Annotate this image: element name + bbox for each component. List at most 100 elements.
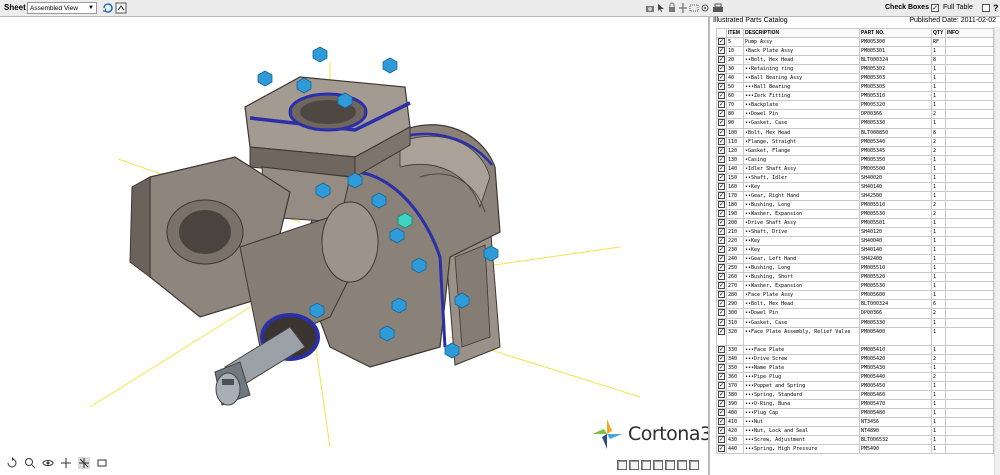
catalog-scrollbar[interactable]: [994, 27, 1000, 475]
table-row[interactable]: ✓ 130 •Casing PM005350 1: [716, 154, 994, 165]
table-row[interactable]: ✓ 160 ••Key SH40140 1: [716, 181, 994, 192]
row-checkbox[interactable]: ✓: [718, 228, 725, 236]
table-row[interactable]: ✓ 10 •Back Plate Assy PM005301 1: [716, 46, 994, 57]
column-header[interactable]: INFO: [945, 27, 994, 39]
3d-viewport[interactable]: Cortona3D: [0, 17, 726, 475]
table-row[interactable]: ✓ 70 ••Backplate PM005320 1: [716, 100, 994, 111]
table-row[interactable]: ✓ 190 ••Washer, Expansion PM005530 2: [716, 208, 994, 219]
zoom-box-icon[interactable]: [689, 2, 699, 14]
table-row[interactable]: ✓ 400 •••Plug Cap PM005480 1: [716, 407, 994, 418]
table-row[interactable]: ✓ 350 •••Name Plate PM005430 1: [716, 362, 994, 373]
column-header[interactable]: ITEM: [726, 27, 744, 39]
view-front-button[interactable]: [617, 460, 627, 470]
table-row[interactable]: ✓ 300 ••Dowel Pin DP00366 2: [716, 308, 994, 319]
row-checkbox[interactable]: ✓: [718, 92, 725, 100]
row-checkbox[interactable]: ✓: [718, 219, 725, 226]
row-checkbox[interactable]: ✓: [718, 192, 725, 199]
view-iso-button[interactable]: [689, 460, 699, 470]
column-header[interactable]: QTY: [931, 27, 946, 39]
row-checkbox[interactable]: ✓: [718, 364, 725, 371]
row-checkbox[interactable]: ✓: [718, 391, 725, 398]
table-row[interactable]: ✓ 380 •••Spring, Standard PM005460 1: [716, 389, 994, 400]
orbit-icon[interactable]: [42, 457, 54, 469]
row-checkbox[interactable]: ✓: [718, 101, 725, 109]
table-row[interactable]: ✓ 420 •••Nut, Lock and Seal NT4890 1: [716, 425, 994, 437]
view-back-button[interactable]: [629, 460, 639, 470]
refresh-icon[interactable]: [102, 2, 114, 14]
full-table-checkbox[interactable]: [982, 4, 990, 12]
table-row[interactable]: ✓ 80 ••Dowel Pin DP00366 2: [716, 109, 994, 120]
row-checkbox[interactable]: ✓: [718, 237, 725, 245]
printer-icon[interactable]: [712, 2, 724, 14]
row-checkbox[interactable]: ✓: [718, 273, 725, 281]
row-checkbox[interactable]: ✓: [718, 83, 725, 91]
row-checkbox[interactable]: ✓: [718, 409, 725, 416]
row-checkbox[interactable]: ✓: [718, 436, 725, 444]
table-row[interactable]: ✓ 240 ••Gear, Left Hand SH42400 1: [716, 254, 994, 265]
row-checkbox[interactable]: ✓: [718, 56, 725, 64]
row-checkbox[interactable]: ✓: [718, 319, 725, 326]
fit-icon[interactable]: [96, 457, 108, 469]
row-checkbox[interactable]: ✓: [718, 174, 725, 181]
row-checkbox[interactable]: ✓: [718, 373, 725, 380]
camera-icon[interactable]: [645, 2, 655, 14]
table-row[interactable]: ✓ 270 ••Washer, Expansion PM005530 1: [716, 281, 994, 292]
row-checkbox[interactable]: ✓: [718, 309, 725, 317]
row-checkbox[interactable]: ✓: [718, 119, 725, 127]
row-checkbox[interactable]: ✓: [718, 147, 725, 154]
rotate-icon[interactable]: [6, 457, 18, 469]
row-checkbox[interactable]: ✓: [718, 328, 725, 335]
view-left-button[interactable]: [641, 460, 651, 470]
table-row[interactable]: ✓ 210 ••Shaft, Drive SH40120 1: [716, 227, 994, 238]
row-checkbox[interactable]: ✓: [718, 156, 725, 163]
help-button[interactable]: ?: [993, 3, 999, 13]
table-row[interactable]: ✓ 220 ••Key SH40040 1: [716, 236, 994, 247]
row-checkbox[interactable]: ✓: [718, 255, 725, 263]
table-row[interactable]: ✓ 230 ••Key SH40140 1: [716, 245, 994, 256]
check-boxes-checkbox[interactable]: ✓: [931, 4, 939, 12]
column-header[interactable]: DESCRIPTION: [743, 27, 860, 39]
table-row[interactable]: ✓ 150 ••Shaft, Idler SH40020 1: [716, 172, 994, 183]
row-checkbox[interactable]: ✓: [718, 445, 725, 453]
view-top-button[interactable]: [665, 460, 675, 470]
row-checkbox[interactable]: ✓: [718, 210, 725, 217]
table-row[interactable]: ✓ 5 Pump Assy PM005300 RF: [716, 37, 994, 48]
lock-icon[interactable]: [667, 2, 677, 14]
row-checkbox[interactable]: ✓: [718, 138, 725, 145]
explode-icon[interactable]: [678, 2, 688, 14]
row-checkbox[interactable]: ✓: [718, 246, 725, 254]
table-row[interactable]: ✓ 340 •••Drive Screw PM005420 2: [716, 353, 994, 364]
row-checkbox[interactable]: ✓: [718, 129, 725, 136]
row-checkbox[interactable]: ✓: [718, 110, 725, 118]
row-checkbox[interactable]: ✓: [718, 183, 725, 190]
select-icon[interactable]: [78, 457, 90, 469]
table-row[interactable]: ✓ 330 •••Face Plate PM005410 1: [716, 344, 994, 355]
row-checkbox[interactable]: ✓: [718, 400, 725, 407]
row-checkbox[interactable]: ✓: [718, 346, 725, 353]
table-row[interactable]: ✓ 30 ••Retaining ring PM005302 1: [716, 64, 994, 75]
table-row[interactable]: ✓ 170 ••Gear, Right Hand SH42500 1: [716, 190, 994, 201]
table-row[interactable]: ✓ 120 •Gasket, Flange PM005345 2: [716, 145, 994, 156]
table-row[interactable]: ✓ 390 •••O-Ring, Buna PM005470 1: [716, 398, 994, 409]
zerk-fitting[interactable]: [397, 212, 413, 229]
table-row[interactable]: ✓ 250 ••Bushing, Long PM005510 1: [716, 263, 994, 274]
table-row[interactable]: ✓ 290 ••Bolt, Hex Head BLT000324 6: [716, 299, 994, 310]
row-checkbox[interactable]: ✓: [718, 38, 725, 46]
table-row[interactable]: ✓ 40 ••Ball Bearing Assy PM005303 1: [716, 73, 994, 84]
row-checkbox[interactable]: ✓: [718, 382, 725, 389]
row-checkbox[interactable]: ✓: [718, 47, 725, 55]
table-row[interactable]: ✓ 360 •••Pipe Plug PM005440 2: [716, 371, 994, 382]
table-row[interactable]: ✓ 200 •Drive Shaft Assy PM005501 1: [716, 217, 994, 229]
row-checkbox[interactable]: ✓: [718, 300, 725, 308]
table-row[interactable]: ✓ 310 ••Gasket, Case PM005330 1: [716, 317, 994, 328]
table-row[interactable]: ✓ 440 •••Spring, High Pressure PM5490 1: [716, 444, 994, 455]
table-row[interactable]: ✓ 140 •Idler Shaft Assy PM005500 1: [716, 163, 994, 174]
pump-model[interactable]: [0, 17, 707, 475]
row-checkbox[interactable]: ✓: [718, 418, 725, 425]
table-row[interactable]: ✓ 260 ••Bushing, Short PM005520 1: [716, 272, 994, 283]
table-row[interactable]: ✓ 430 •••Screw, Adjustment BLT006532 1: [716, 435, 994, 446]
row-checkbox[interactable]: ✓: [718, 282, 725, 290]
table-row[interactable]: ✓ 20 ••Bolt, Hex Head BLT000324 8: [716, 55, 994, 66]
sheet-select[interactable]: Assembled View ▼: [27, 2, 97, 14]
zoom-icon[interactable]: [24, 457, 36, 469]
